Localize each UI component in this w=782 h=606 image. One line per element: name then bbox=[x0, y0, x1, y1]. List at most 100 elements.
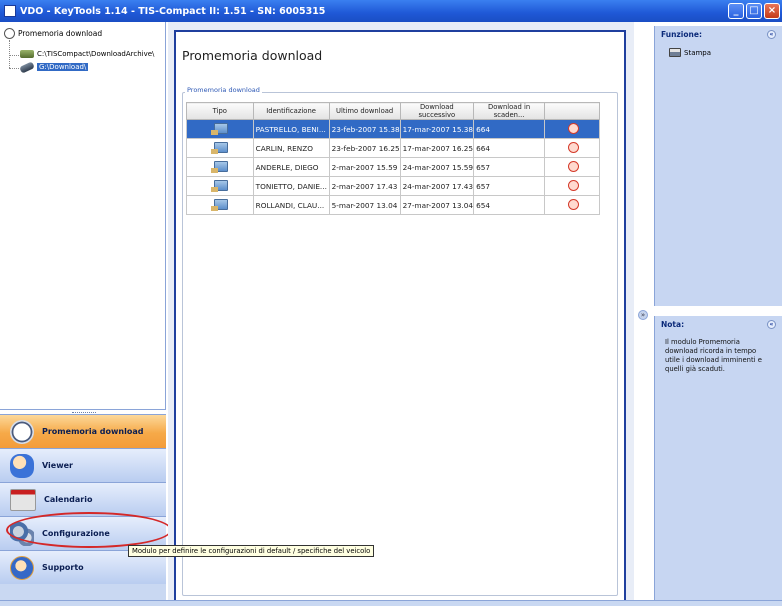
collapse-chevron-icon[interactable]: « bbox=[767, 319, 776, 329]
tipo-cell bbox=[186, 176, 254, 196]
tree-root-label: Promemoria download bbox=[18, 29, 103, 38]
ultimo-download-cell: 23-feb-2007 15.38 bbox=[328, 119, 401, 139]
status-bar bbox=[0, 600, 782, 606]
tipo-cell bbox=[186, 138, 254, 158]
tipo-cell bbox=[186, 195, 254, 215]
tree-item-label: G:\Download\ bbox=[37, 63, 89, 71]
alarm-clock-icon bbox=[567, 198, 579, 210]
nota-header: Nota: « bbox=[655, 316, 782, 332]
clock-icon bbox=[10, 419, 34, 444]
funzione-header: Funzione: « bbox=[655, 26, 782, 42]
status-cell bbox=[544, 138, 600, 158]
tree-item-label: C:\TISCompact\DownloadArchive\ bbox=[37, 50, 155, 58]
tipo-cell bbox=[186, 157, 254, 177]
alarm-clock-icon bbox=[567, 160, 579, 172]
table-row[interactable]: CARLIN, RENZO 23-feb-2007 16.25 17-mar-2… bbox=[186, 138, 600, 158]
status-cell bbox=[544, 157, 600, 177]
alarm-clock-icon bbox=[567, 179, 579, 191]
minimize-button[interactable]: _ bbox=[728, 3, 744, 19]
ultimo-download-cell: 23-feb-2007 16.25 bbox=[328, 138, 401, 158]
column-header-download-successivo[interactable]: Download successivo bbox=[399, 102, 475, 120]
group-caption: Promemoria download bbox=[185, 86, 262, 94]
ultimo-download-cell: 2-mar-2007 17.43 bbox=[328, 176, 401, 196]
nav-viewer[interactable]: Viewer bbox=[0, 448, 166, 482]
nota-text: Il modulo Promemoria download ricorda in… bbox=[665, 338, 762, 373]
driver-card-icon bbox=[210, 160, 228, 173]
column-header-tipo[interactable]: Tipo bbox=[186, 102, 254, 120]
close-button[interactable]: × bbox=[764, 3, 780, 19]
alarm-clock-icon bbox=[567, 141, 579, 153]
nav-label: Viewer bbox=[42, 461, 73, 470]
nota-title: Nota: bbox=[661, 319, 685, 329]
calendar-icon bbox=[10, 488, 36, 511]
status-cell bbox=[544, 195, 600, 215]
status-cell bbox=[544, 176, 600, 196]
scadenza-cell: 654 bbox=[473, 195, 546, 215]
collapse-right-panel-button[interactable]: » bbox=[638, 310, 648, 320]
drive-icon bbox=[20, 50, 34, 58]
ultimo-download-cell: 5-mar-2007 13.04 bbox=[328, 195, 401, 215]
viewer-icon bbox=[10, 453, 34, 478]
content-frame: Promemoria download Promemoria download … bbox=[174, 30, 626, 604]
column-header-download-in-scadenza[interactable]: Download in scaden... bbox=[473, 102, 546, 120]
driver-card-icon bbox=[210, 141, 228, 154]
stampa-action[interactable]: Stampa bbox=[669, 48, 782, 57]
scadenza-cell: 664 bbox=[473, 119, 546, 139]
configurazione-tooltip: Modulo per definire le configurazioni di… bbox=[128, 545, 375, 557]
nav-label: Calendario bbox=[44, 495, 93, 504]
scadenza-cell: 657 bbox=[473, 157, 546, 177]
identificazione-cell: CARLIN, RENZO bbox=[252, 138, 330, 158]
tipo-cell bbox=[186, 119, 254, 139]
funzione-title: Funzione: bbox=[661, 29, 702, 39]
identificazione-cell: ROLLANDI, CLAU... bbox=[252, 195, 330, 215]
tree-root[interactable]: Promemoria download bbox=[4, 28, 102, 39]
tree-connector bbox=[9, 55, 19, 56]
nav-promemoria-download[interactable]: Promemoria download bbox=[0, 414, 166, 448]
stampa-label: Stampa bbox=[684, 48, 712, 57]
column-header-status bbox=[544, 102, 600, 120]
download-successivo-cell: 27-mar-2007 13.04 bbox=[399, 195, 475, 215]
table-row[interactable]: ANDERLE, DIEGO 2-mar-2007 15.59 24-mar-2… bbox=[186, 157, 600, 177]
table-row[interactable]: TONIETTO, DANIE... 2-mar-2007 17.43 24-m… bbox=[186, 176, 600, 196]
usb-drive-icon bbox=[19, 60, 35, 74]
tree-item-download[interactable]: G:\Download\ bbox=[19, 60, 89, 74]
main-content: Promemoria download Promemoria download … bbox=[168, 22, 634, 606]
window-controls: _ □ × bbox=[728, 3, 780, 19]
collapse-chevron-icon[interactable]: « bbox=[767, 29, 776, 39]
folder-tree-panel: Promemoria download C:\TISCompact\Downlo… bbox=[0, 22, 166, 410]
printer-icon bbox=[669, 48, 681, 57]
table-row[interactable]: ROLLANDI, CLAU... 5-mar-2007 13.04 27-ma… bbox=[186, 195, 600, 215]
nav-calendario[interactable]: Calendario bbox=[0, 482, 166, 516]
column-header-identificazione[interactable]: Identificazione bbox=[252, 102, 330, 120]
driver-card-icon bbox=[210, 122, 228, 135]
reminder-table: Tipo Identificazione Ultimo download Dow… bbox=[186, 102, 600, 215]
identificazione-cell: TONIETTO, DANIE... bbox=[252, 176, 330, 196]
download-successivo-cell: 17-mar-2007 16.25 bbox=[399, 138, 475, 158]
download-successivo-cell: 24-mar-2007 15.59 bbox=[399, 157, 475, 177]
clock-icon bbox=[4, 28, 15, 39]
highlight-circle bbox=[6, 512, 172, 548]
tree-connector bbox=[9, 68, 19, 69]
nota-panel: Nota: « Il modulo Promemoria download ri… bbox=[654, 316, 782, 600]
column-header-ultimo-download[interactable]: Ultimo download bbox=[328, 102, 401, 120]
app-icon bbox=[4, 5, 16, 17]
scadenza-cell: 664 bbox=[473, 138, 546, 158]
download-successivo-cell: 24-mar-2007 17.43 bbox=[399, 176, 475, 196]
scadenza-cell: 657 bbox=[473, 176, 546, 196]
identificazione-cell: PASTRELLO, BENI... bbox=[252, 119, 330, 139]
funzione-panel: Funzione: « Stampa bbox=[654, 26, 782, 306]
table-header-row: Tipo Identificazione Ultimo download Dow… bbox=[186, 102, 600, 120]
maximize-button[interactable]: □ bbox=[746, 3, 762, 19]
nav-label: Supporto bbox=[42, 563, 84, 572]
alarm-clock-icon bbox=[567, 122, 579, 134]
module-navigation: Promemoria download Viewer Calendario Co… bbox=[0, 414, 166, 606]
identificazione-cell: ANDERLE, DIEGO bbox=[252, 157, 330, 177]
window-title: VDO - KeyTools 1.14 - TIS-Compact II: 1.… bbox=[20, 5, 326, 17]
table-row[interactable]: PASTRELLO, BENI... 23-feb-2007 15.38 17-… bbox=[186, 119, 600, 139]
right-sidebar: Funzione: « Stampa Nota: « Il modulo Pro… bbox=[654, 22, 782, 606]
nav-label: Promemoria download bbox=[42, 427, 144, 436]
window-titlebar[interactable]: VDO - KeyTools 1.14 - TIS-Compact II: 1.… bbox=[0, 0, 782, 22]
tree-connector bbox=[9, 40, 10, 68]
ultimo-download-cell: 2-mar-2007 15.59 bbox=[328, 157, 401, 177]
tree-item-archive[interactable]: C:\TISCompact\DownloadArchive\ bbox=[20, 50, 154, 58]
